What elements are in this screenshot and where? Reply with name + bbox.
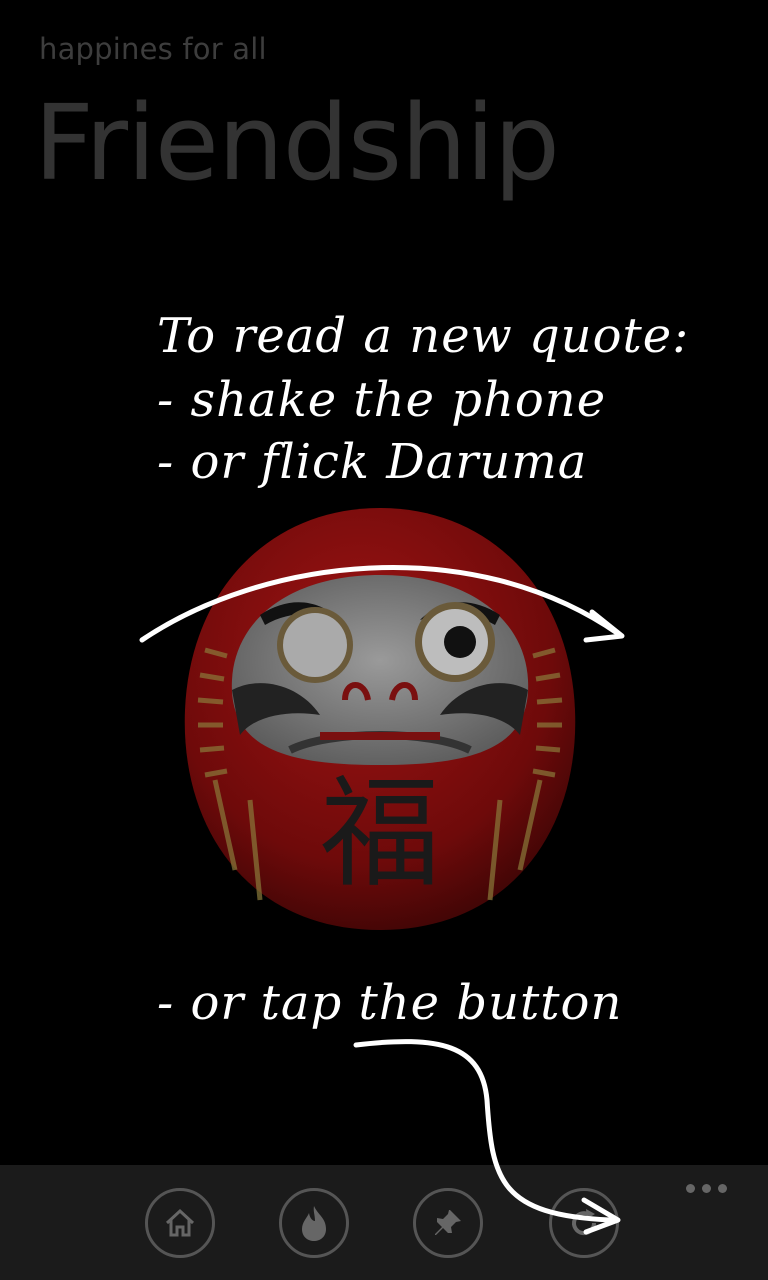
fire-icon <box>302 1206 326 1241</box>
hint-line-1: To read a new quote: <box>157 308 690 364</box>
ellipsis-dot-icon <box>718 1183 727 1193</box>
home-button[interactable] <box>145 1188 215 1258</box>
ellipsis-dot-icon <box>686 1183 695 1193</box>
app-bar <box>0 1165 768 1280</box>
hint-line-3: - or flick Daruma <box>157 434 588 490</box>
home-icon <box>165 1208 195 1237</box>
fire-button[interactable] <box>279 1188 349 1258</box>
ellipsis-dot-icon <box>702 1183 711 1193</box>
pin-button[interactable] <box>413 1188 483 1258</box>
daruma-kanji: 福 <box>320 765 440 904</box>
daruma-illustration: 福 <box>184 508 576 930</box>
hint-line-2: - shake the phone <box>157 372 607 428</box>
refresh-icon <box>572 1209 597 1236</box>
hint-line-4: - or tap the button <box>157 975 623 1031</box>
app-subtitle: happines for all <box>39 32 267 66</box>
daruma-doll[interactable]: 福 <box>170 500 590 940</box>
pin-icon <box>435 1210 461 1235</box>
more-menu-button[interactable] <box>686 1180 734 1196</box>
refresh-button[interactable] <box>549 1188 619 1258</box>
page-title: Friendship <box>34 82 560 204</box>
